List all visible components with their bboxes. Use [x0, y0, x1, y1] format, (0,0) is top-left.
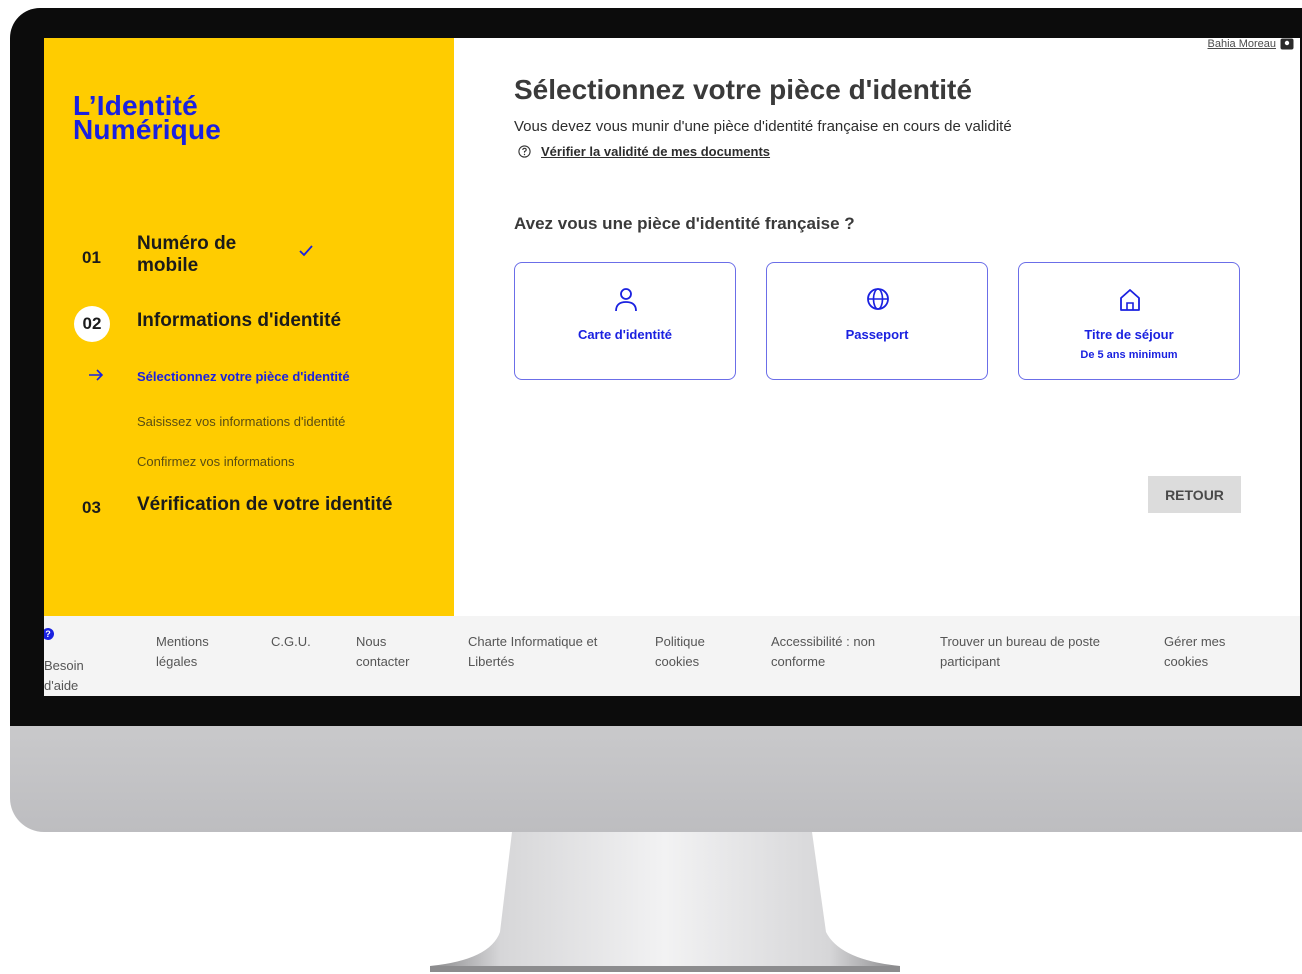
footer-link-find-post-office[interactable]: Trouver un bureau de poste participant: [940, 632, 1110, 672]
footer-link-privacy-charter[interactable]: Charte Informatique et Libertés: [468, 632, 618, 672]
option-residence-permit[interactable]: Titre de séjour De 5 ans minimum: [1018, 262, 1240, 380]
monitor-stand: [430, 832, 900, 972]
person-icon: [615, 288, 637, 312]
step-2-number: 02: [74, 306, 110, 342]
app-logo[interactable]: L’Identité Numérique: [73, 92, 222, 145]
checkmark-icon: [299, 245, 313, 257]
footer-link-legal[interactable]: Mentions légales: [156, 632, 246, 672]
document-question: Avez vous une pièce d'identité française…: [514, 214, 855, 233]
help-icon[interactable]: ?: [44, 628, 54, 640]
step-1-title: Numéro de mobile: [137, 233, 237, 276]
option-passport-label: Passeport: [845, 327, 909, 342]
user-menu[interactable]: Bahia Moreau: [1208, 38, 1295, 50]
help-circle-icon: [518, 145, 531, 158]
app-screen: L’Identité Numérique 01 Numéro de mobile…: [44, 38, 1300, 696]
user-account-icon: [1280, 38, 1294, 50]
substep-select-document[interactable]: Sélectionnez votre pièce d'identité: [137, 369, 350, 384]
footer-help-link[interactable]: Besoin d'aide: [44, 656, 104, 696]
substep-enter-info: Saisissez vos informations d'identité: [137, 414, 346, 429]
page-title: Sélectionnez votre pièce d'identité: [514, 74, 972, 105]
verify-documents-label[interactable]: Vérifier la validité de mes documents: [541, 144, 770, 159]
option-passport[interactable]: Passeport: [766, 262, 988, 380]
logo-line-2: Numérique: [73, 114, 222, 145]
option-id-card-label: Carte d'identité: [577, 327, 673, 342]
footer-link-cookie-policy[interactable]: Politique cookies: [655, 632, 735, 672]
footer-link-cgu[interactable]: C.G.U.: [271, 632, 331, 652]
step-3-title: Vérification de votre identité: [137, 494, 393, 515]
user-name[interactable]: Bahia Moreau: [1208, 38, 1277, 50]
globe-icon: [867, 288, 889, 310]
verify-documents-link[interactable]: Vérifier la validité de mes documents: [518, 144, 770, 159]
option-residence-permit-note: De 5 ans minimum: [1080, 349, 1178, 361]
footer: ? Besoin d'aide Mentions légales C.G.U. …: [44, 616, 1300, 696]
footer-link-accessibility[interactable]: Accessibilité : non conforme: [771, 632, 911, 672]
back-button[interactable]: RETOUR: [1148, 476, 1241, 513]
option-id-card[interactable]: Carte d'identité: [514, 262, 736, 380]
step-1-number: 01: [82, 248, 101, 267]
option-residence-permit-label: Titre de séjour: [1084, 327, 1174, 342]
progress-sidebar: L’Identité Numérique 01 Numéro de mobile…: [44, 38, 454, 616]
home-icon: [1120, 289, 1140, 311]
footer-link-manage-cookies[interactable]: Gérer mes cookies: [1164, 632, 1254, 672]
step-3-number: 03: [82, 498, 101, 517]
page-subtitle: Vous devez vous munir d'une pièce d'iden…: [514, 118, 1012, 135]
footer-link-contact[interactable]: Nous contacter: [356, 632, 436, 672]
substep-confirm-info: Confirmez vos informations: [137, 454, 295, 469]
arrow-right-icon: [89, 369, 104, 381]
step-2-title: Informations d'identité: [137, 310, 342, 331]
monitor-chin: [10, 726, 1302, 832]
